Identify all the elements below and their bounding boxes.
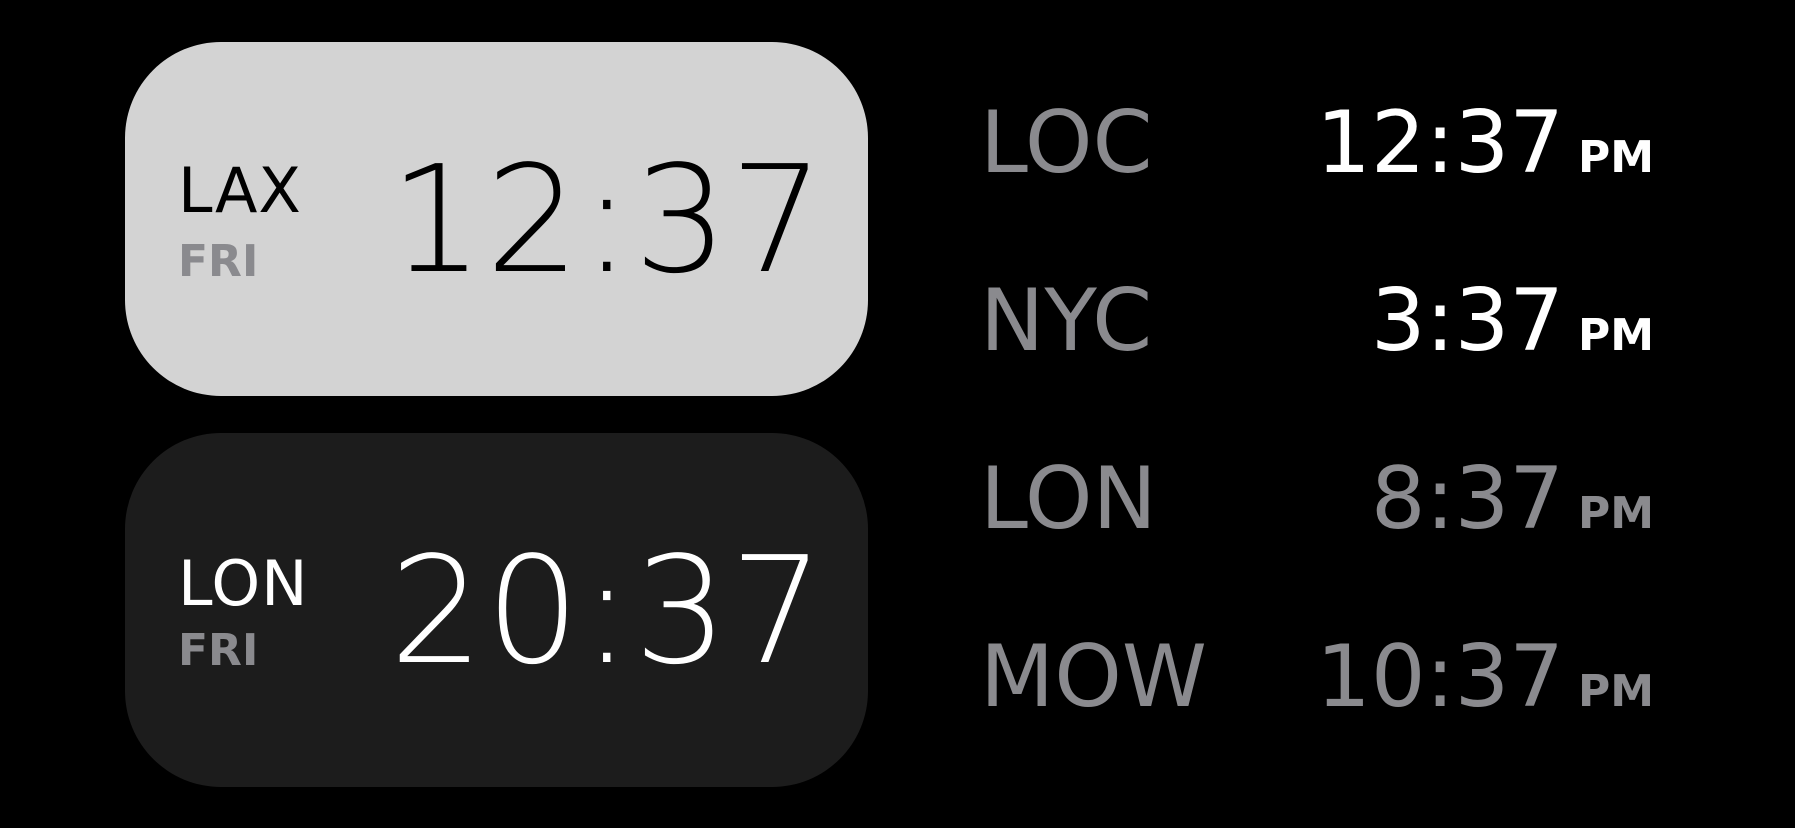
clock-widget-lax[interactable]: LAX FRI 12:37 [125,42,868,396]
widget-city-label: LAX [178,154,302,227]
zone-city-code: NYC [980,271,1153,371]
zone-time: 10:37 [1316,627,1564,727]
zone-period: PM [1577,666,1654,717]
clock-widget-lon[interactable]: LON FRI 20:37 [125,433,868,787]
zone-period: PM [1577,488,1654,539]
widget-day-label: FRI [178,625,259,676]
widget-time: 20:37 [389,525,826,697]
world-clock-row-lon[interactable]: LON 8:37 PM [980,456,1660,634]
widget-day-label: FRI [178,236,259,287]
zone-time: 12:37 [1316,93,1564,193]
widget-time: 12:37 [389,134,826,306]
world-clock-row-mow[interactable]: MOW 10:37 PM [980,634,1660,812]
zone-city-code: LOC [980,93,1153,193]
widget-city-label: LON [178,547,309,620]
world-clock-list: LOC 12:37 PM NYC 3:37 PM LON 8:37 PM MOW… [980,100,1660,812]
world-clock-row-loc[interactable]: LOC 12:37 PM [980,100,1660,278]
world-clock-row-nyc[interactable]: NYC 3:37 PM [980,278,1660,456]
zone-period: PM [1577,310,1654,361]
zone-period: PM [1577,132,1654,183]
zone-city-code: MOW [980,627,1207,727]
zone-time: 8:37 [1370,449,1564,549]
zone-city-code: LON [980,449,1157,549]
zone-time: 3:37 [1370,271,1564,371]
